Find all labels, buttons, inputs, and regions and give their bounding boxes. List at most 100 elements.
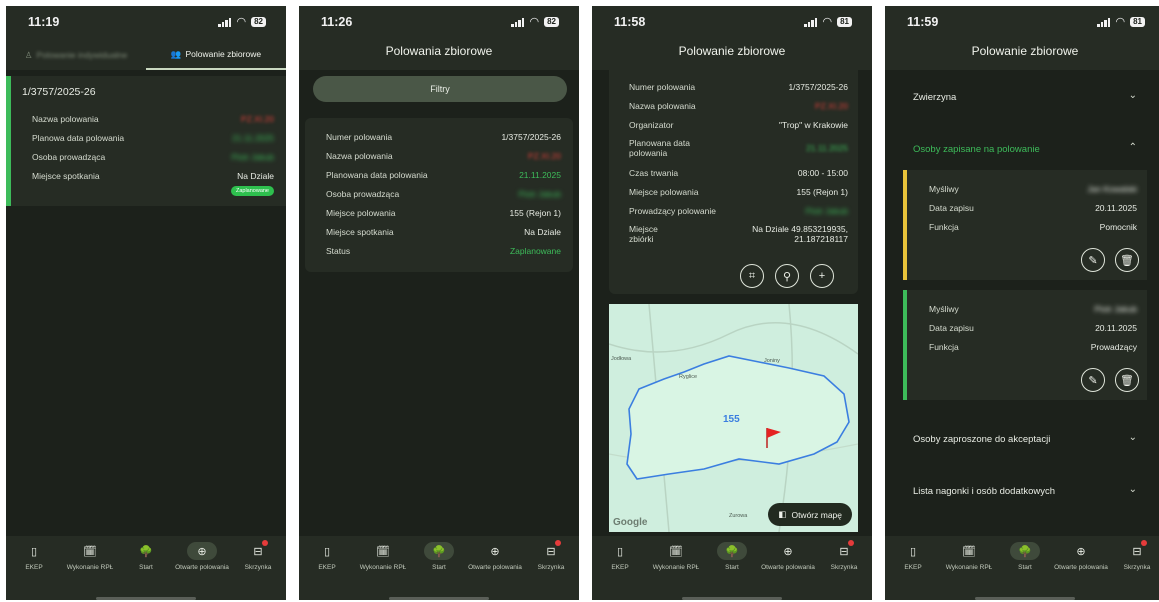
signal-icon [511,17,525,27]
page-title: Polowania zbiorowe [299,40,579,70]
nav-rpl[interactable]: 🗓 Wykonanie RPŁ [648,542,704,572]
leader-value: Piotr Jakub [231,152,274,162]
home-indicator [682,597,782,600]
map-canvas: 155 [609,304,858,532]
place-label: Jodłowa [611,356,632,362]
notification-dot [555,540,561,546]
hunter-value: Piotr Jakub [1094,304,1137,314]
hunt-area-value: 155 (Rejon 1) [509,208,561,218]
signal-icon [218,17,232,27]
group-icon: 👥 [170,48,182,59]
battery-icon: 82 [544,17,559,27]
section-enrolled[interactable]: Osoby zapisane na polowanie ⌃ [885,132,1159,168]
field-label: Miejsce zbiórki [629,224,658,244]
add-person-icon: + [818,270,826,282]
filters-button[interactable]: Filtry [313,76,567,102]
nav-rpl[interactable]: 🗓 Wykonanie RPŁ [355,542,411,572]
wifi-icon: ◠ [236,15,247,28]
field-label: Nazwa polowania [629,101,696,111]
status-bar: 11:19 ◠ 82 [6,6,286,40]
nav-inbox[interactable]: ⊟ Skrzynka [816,540,872,572]
nav-open-hunts[interactable]: ⊕ Otwarte polowania [467,542,523,572]
nav-inbox[interactable]: ⊟ Skrzynka [523,540,579,572]
nav-start[interactable]: 🌳 Start [411,542,467,572]
nav-open-hunts[interactable]: ⊕ Otwarte polowania [174,542,230,572]
edit-button[interactable]: ✎ [1081,248,1105,272]
tab-individual-hunt[interactable]: ♙ Polowanie indywidualne [6,40,146,70]
hunt-details-card: Numer polowania 1/3757/2025-26 Nazwa polo… [609,68,858,294]
qr-scan-button[interactable]: ⌗ [740,264,764,288]
delete-button[interactable]: 🗑 [1115,248,1139,272]
wifi-icon: ◠ [529,15,540,28]
home-indicator [389,597,489,600]
section-invited[interactable]: Osoby zaproszone do akceptacji ⌄ [885,422,1159,458]
location-button[interactable]: ⚲ [775,264,799,288]
status-time: 11:59 [907,15,939,29]
signal-icon [1097,17,1111,27]
open-map-button[interactable]: ◧ Otwórz mapę [768,503,852,526]
nav-start[interactable]: 🌳 Start [997,542,1053,572]
leader-value: Piotr Jakub [805,206,848,216]
hunt-card[interactable]: 1/3757/2025-26 Nazwa polowania PZ.XI.20 P… [6,76,286,206]
tree-icon: 🌳 [1010,542,1040,560]
screen-hunt-list-tabs: 11:19 ◠ 82 ♙ Polowanie indywidualne 👥 Polow… [6,6,286,600]
book-icon: ▯ [616,545,624,558]
nav-open-hunts[interactable]: ⊕ Otwarte polowania [760,542,816,572]
nav-ekep[interactable]: ▯ EKEP [299,542,355,572]
inbox-icon: ⊟ [829,540,859,560]
duration-value: 08:00 - 15:00 [797,168,848,178]
add-person-button[interactable]: + [810,264,834,288]
section-animals[interactable]: Zwierzyna ⌄ [885,80,1159,116]
card-accent-bar [6,76,11,206]
wifi-icon: ◠ [1115,15,1126,28]
nav-start[interactable]: 🌳 Start [118,542,174,572]
role-value: Prowadzący [1090,342,1137,352]
nav-open-hunts[interactable]: ⊕ Otwarte polowania [1053,542,1109,572]
field-label: Miejsce polowania [326,208,396,218]
calendar-check-icon: 🗓 [83,545,97,558]
crosshair-icon: ⊕ [490,545,500,558]
hunt-card[interactable]: Numer polowania 1/3757/2025-26 Nazwa polo… [305,118,573,272]
calendar-check-icon: 🗓 [669,545,683,558]
wifi-icon: ◠ [822,15,833,28]
chevron-down-icon: ⌄ [1128,90,1137,101]
card-accent-bar [903,170,907,280]
hunt-name-value: PZ.XI.20 [527,151,561,161]
calendar-check-icon: 🗓 [376,545,390,558]
map-pin-icon: ⚲ [782,270,792,283]
edit-button[interactable]: ✎ [1081,368,1105,392]
inbox-icon: ⊟ [1122,540,1152,560]
chevron-up-icon: ⌃ [1128,142,1137,153]
hunt-area-value: 155 (Rejon 1) [796,187,848,197]
field-label: Data zapisu [929,203,974,213]
nav-ekep[interactable]: ▯ EKEP [592,542,648,572]
field-label: Osoba prowadząca [32,152,106,162]
notification-dot [262,540,268,546]
nav-start[interactable]: 🌳 Start [704,542,760,572]
tab-group-hunt[interactable]: 👥 Polowanie zbiorowe [146,40,286,70]
place-label: Ryglice [679,374,698,380]
card-accent-bar [903,290,907,400]
delete-button[interactable]: 🗑 [1115,368,1139,392]
nav-ekep[interactable]: ▯ EKEP [885,542,941,572]
signup-date-value: 20.11.2025 [1095,323,1137,333]
chevron-down-icon: ⌄ [1128,432,1137,443]
tab-bar: ♙ Polowanie indywidualne 👥 Polowanie zbior… [6,40,286,70]
field-label: Planowa data polowania [32,133,125,143]
nav-rpl[interactable]: 🗓 Wykonanie RPŁ [941,542,997,572]
meeting-place-value: Na Dziale [237,171,274,181]
field-label: Planowana data polowania [326,170,428,180]
inbox-icon: ⊟ [243,540,273,560]
hunt-number-value: 1/3757/2025-26 [788,82,848,92]
gathering-place-value: Na Dziale 49.853219935, 21.187218117 [752,224,848,244]
section-beaters[interactable]: Lista nagonki i osób dodatkowych ⌄ [885,474,1159,510]
nav-ekep[interactable]: ▯ EKEP [6,542,62,572]
signal-icon [804,17,818,27]
hunt-area-map[interactable]: 155 Jodłowa Ryglice Joniny Zurowa Google… [609,304,858,532]
google-logo: Google [613,517,648,528]
nav-inbox[interactable]: ⊟ Skrzynka [230,540,286,572]
battery-icon: 82 [251,17,266,27]
nav-inbox[interactable]: ⊟ Skrzynka [1109,540,1159,572]
person-icon: ♙ [24,49,33,60]
nav-rpl[interactable]: 🗓 Wykonanie RPŁ [62,542,118,572]
